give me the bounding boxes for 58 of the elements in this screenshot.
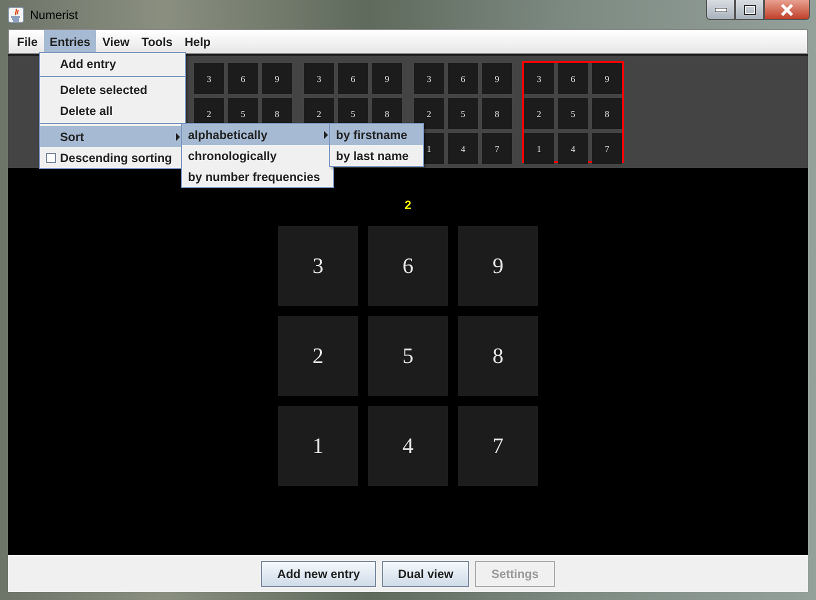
number-tile: 3 [524, 63, 554, 94]
menu-bar-item[interactable]: Entries [44, 30, 96, 53]
number-tile: 6 [228, 63, 258, 94]
number-tile: 9 [592, 63, 622, 94]
number-tile: 3 [304, 63, 334, 94]
checkbox[interactable] [46, 153, 56, 163]
number-tile: 9 [262, 63, 292, 94]
number-tile: 1 [524, 133, 554, 164]
menu-item[interactable]: Delete all [40, 100, 185, 121]
entry-thumbnail[interactable]: 3 6 9 2 5 8 1 4 7 [412, 61, 514, 163]
number-tile: 8 [458, 316, 538, 396]
maximize-button[interactable] [735, 0, 764, 20]
action-button[interactable]: Add new entry [261, 560, 376, 586]
number-tile: 3 [414, 63, 444, 94]
menu-bar-item[interactable]: File [11, 30, 44, 53]
number-tile: 6 [448, 63, 478, 94]
number-tile: 5 [558, 98, 588, 129]
menu-item[interactable]: by firstname [330, 124, 423, 145]
menu-item[interactable]: Add entry [40, 53, 185, 74]
number-tile: 2 [524, 98, 554, 129]
number-tile: 3 [194, 63, 224, 94]
number-tile: 1 [278, 406, 358, 486]
menu-item[interactable]: Delete selected [40, 79, 185, 100]
number-tile: 7 [458, 406, 538, 486]
number-tile: 5 [368, 316, 448, 396]
number-tile: 9 [372, 63, 402, 94]
menu-item[interactable]: Descending sorting [40, 147, 185, 168]
entry-thumbnail[interactable]: 3 6 9 2 5 8 1 4 7 [522, 61, 624, 163]
number-tile: 9 [482, 63, 512, 94]
number-tile: 4 [558, 133, 588, 164]
number-tile: 6 [338, 63, 368, 94]
number-tile: 2 [278, 316, 358, 396]
minimize-icon [714, 8, 726, 12]
number-tile: 2 [414, 98, 444, 129]
number-tile: 4 [448, 133, 478, 164]
current-entry-number: 2 [404, 198, 412, 212]
window-title: Numerist [30, 8, 78, 22]
menu-bar-item[interactable]: View [96, 30, 136, 53]
number-tile: 7 [482, 133, 512, 164]
number-tile: 8 [482, 98, 512, 129]
menu-bar-item[interactable]: Tools [136, 30, 179, 53]
close-icon [780, 4, 794, 16]
minimize-button[interactable] [706, 0, 735, 20]
number-tile: 9 [458, 226, 538, 306]
number-tile: 7 [592, 133, 622, 164]
app-icon [8, 6, 24, 22]
menu-item[interactable]: chronologically [182, 145, 333, 166]
menu-item[interactable]: by number frequencies [182, 166, 333, 187]
number-tile: 4 [368, 406, 448, 486]
number-tile: 5 [448, 98, 478, 129]
number-tile: 6 [558, 63, 588, 94]
menu-bar-item[interactable]: Help [178, 30, 217, 53]
number-tile: 6 [368, 226, 448, 306]
close-button[interactable] [764, 0, 810, 20]
maximize-icon [744, 4, 756, 14]
number-tile: 8 [592, 98, 622, 129]
action-button[interactable]: Dual view [382, 560, 470, 586]
number-tile: 3 [278, 226, 358, 306]
